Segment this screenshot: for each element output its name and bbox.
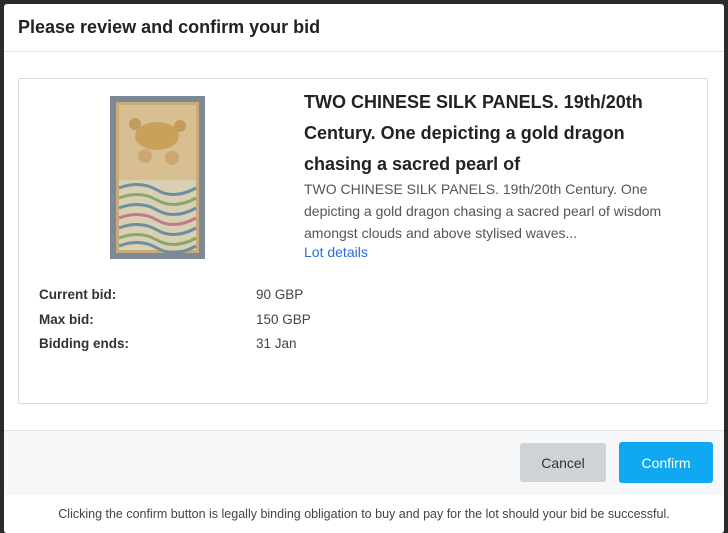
- lot-description: TWO CHINESE SILK PANELS. 19th/20th Centu…: [304, 181, 662, 241]
- legal-notice: Clicking the confirm button is legally b…: [4, 495, 724, 533]
- lot-title: TWO CHINESE SILK PANELS. 19th/20th Centu…: [304, 92, 643, 174]
- max-bid-label: Max bid:: [39, 311, 94, 327]
- dialog-title: Please review and confirm your bid: [18, 17, 321, 37]
- lot-card: TWO CHINESE SILK PANELS. 19th/20th Centu…: [18, 78, 708, 404]
- max-bid-value: 150 GBP: [256, 311, 311, 327]
- bidding-ends-value: 31 Jan: [256, 336, 297, 351]
- bid-confirm-dialog: Please review and confirm your bid TWO C…: [4, 4, 724, 533]
- current-bid-label: Current bid:: [39, 287, 117, 302]
- bidding-ends-label: Bidding ends:: [39, 336, 129, 351]
- dialog-header: Please review and confirm your bid: [4, 4, 724, 52]
- cancel-button[interactable]: Cancel: [520, 443, 606, 482]
- dialog-footer: Cancel Confirm Clicking the confirm butt…: [4, 430, 724, 533]
- confirm-button[interactable]: Confirm: [619, 442, 713, 483]
- lot-details-link[interactable]: Lot details: [304, 244, 368, 260]
- current-bid-value: 90 GBP: [256, 287, 304, 302]
- lot-image[interactable]: [110, 96, 205, 259]
